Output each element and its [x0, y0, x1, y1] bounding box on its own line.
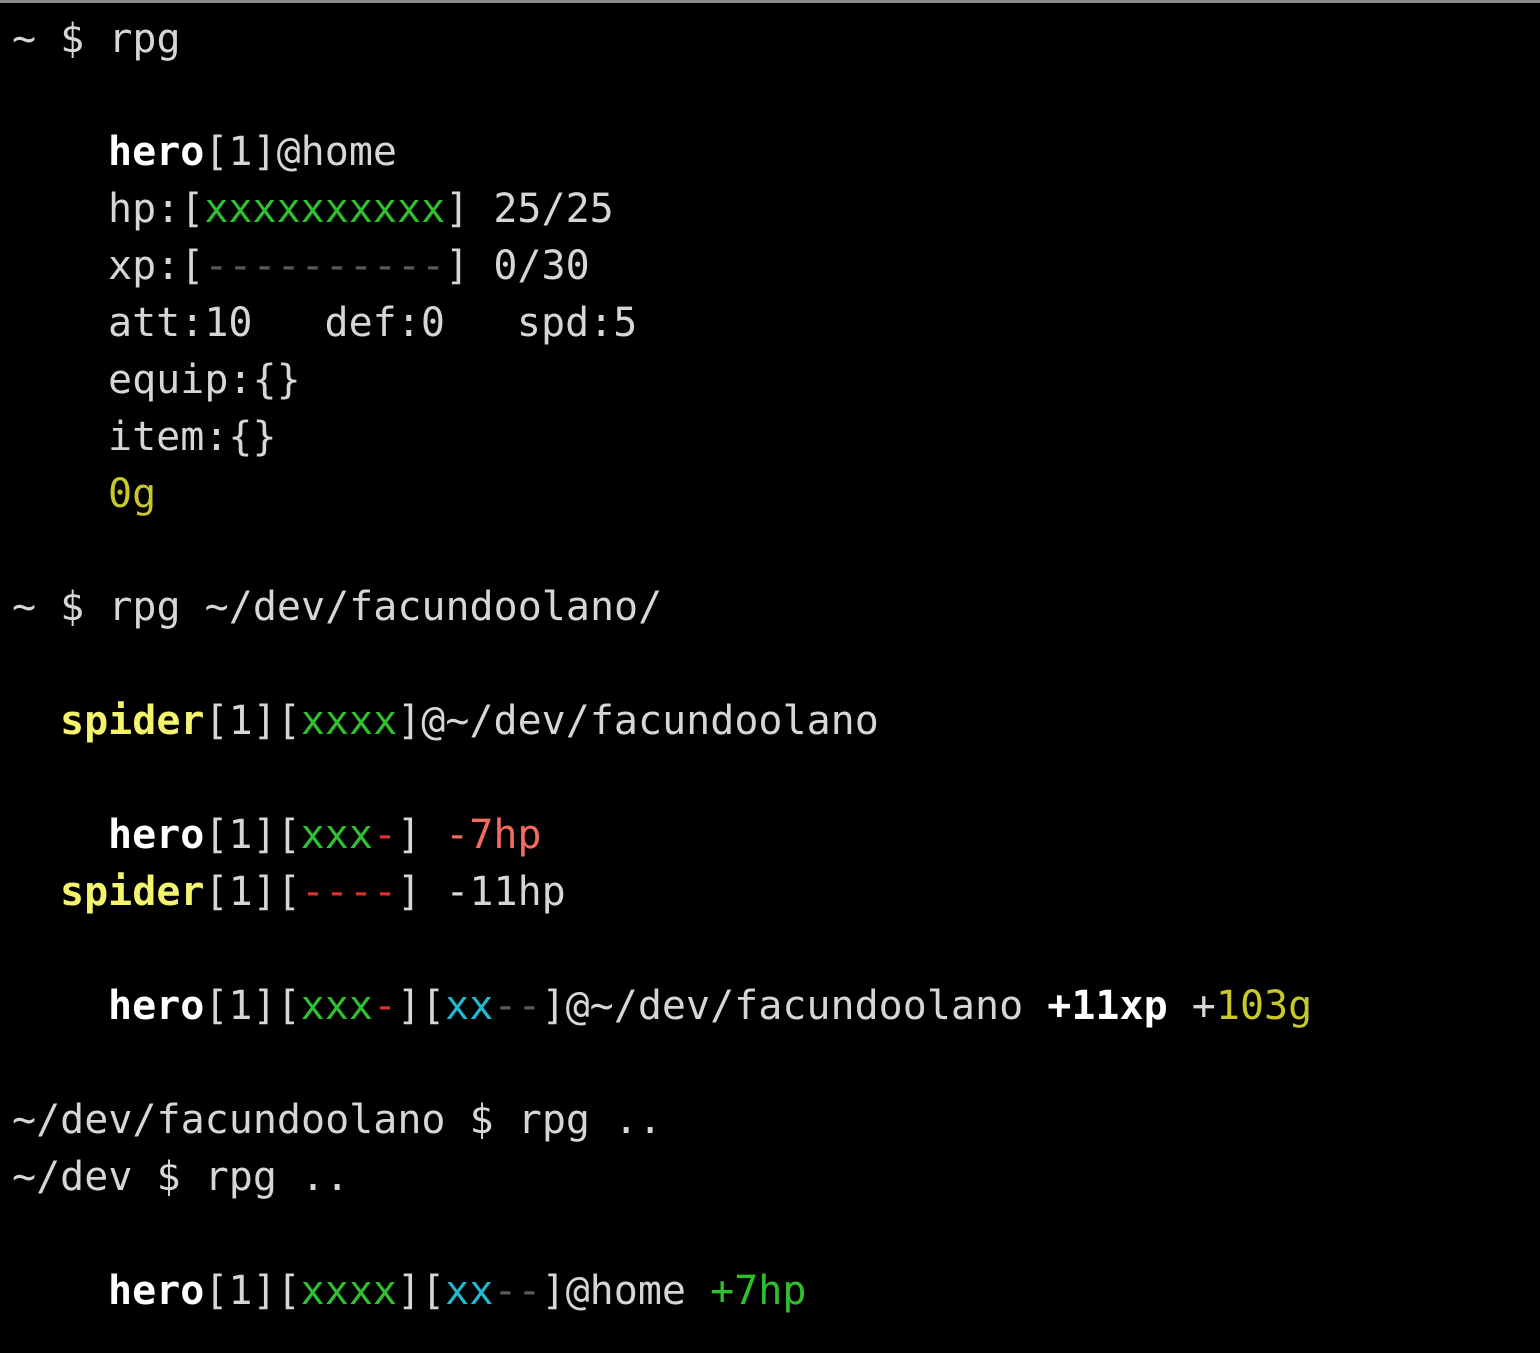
enemy-level: [1][	[204, 869, 301, 915]
hp-value: 25/25	[469, 186, 614, 232]
command-text: rpg ..	[204, 1154, 350, 1200]
attack-stat: att:10	[108, 300, 253, 346]
enemy-bar-close: ]	[397, 869, 446, 915]
hero-hp-full: xxxx	[300, 1268, 397, 1314]
enemy-hp-lost: ----	[300, 869, 398, 915]
gold-plus: +	[1191, 983, 1216, 1029]
hero-name: hero	[108, 812, 205, 858]
xp-value: 0/30	[469, 243, 590, 289]
enemy-name: spider	[60, 869, 205, 915]
hero-level: [1]	[204, 129, 277, 175]
command-line-rpg-up-1: ~/dev/facundoolano $ rpg ..	[12, 1092, 662, 1149]
hero-level: [1][	[204, 983, 301, 1029]
hero-bar-close: ]	[397, 812, 446, 858]
speed-stat: spd:5	[516, 300, 638, 346]
enemy-name: spider	[60, 698, 205, 744]
enemy-damage: -11hp	[445, 869, 566, 915]
enemy-level: [1][	[204, 698, 301, 744]
command-line-rpg-dir: ~ $ rpg ~/dev/facundoolano/	[12, 579, 662, 636]
shell-prompt: ~ $	[12, 584, 109, 630]
hero-name: hero	[108, 983, 205, 1029]
hero-hp-full: xxx	[300, 983, 373, 1029]
hp-bar-close: ]	[445, 186, 470, 232]
xp-bar: ----------	[204, 243, 446, 289]
shell-prompt: ~ $	[12, 16, 109, 62]
stats-row: att:10 def:0 spd:5	[12, 295, 637, 352]
xp-bar-close: ]	[445, 243, 470, 289]
command-line-rpg-up-2: ~/dev $ rpg ..	[12, 1149, 349, 1206]
hero-xp-empty: --	[493, 1268, 542, 1314]
item-row: item:{}	[108, 414, 277, 460]
bar-separator: ][	[397, 983, 446, 1029]
hero-hp-lost: -	[372, 983, 397, 1029]
hero-location: ]@home	[541, 1268, 711, 1314]
hero-hp-full: xxx	[300, 812, 373, 858]
battle-spider-line: spider[1][----] -11hp	[12, 864, 566, 921]
shell-prompt: ~/dev/facundoolano $	[12, 1097, 518, 1143]
enemy-encounter: spider[1][xxxx]@~/dev/facundoolano	[12, 693, 879, 750]
xp-gain: +11xp	[1047, 983, 1168, 1029]
hp-gain: +7hp	[710, 1268, 807, 1314]
hero-xp-full: xx	[445, 983, 494, 1029]
equip-row: equip:{}	[108, 357, 301, 403]
hero-hp-lost: -	[372, 812, 397, 858]
hero-xp-empty: --	[493, 983, 542, 1029]
hero-level: [1][	[204, 1268, 301, 1314]
hero-xp-full: xx	[445, 1268, 494, 1314]
command-text: rpg ..	[517, 1097, 663, 1143]
terminal-window[interactable]: ~ $ rpg hero[1]@home hp:[xxxxxxxxxx] 25/…	[0, 0, 1540, 1353]
enemy-location: @~/dev/facundoolano	[421, 698, 879, 744]
enemy-bar-close: ]	[397, 698, 422, 744]
enemy-hp-bar: xxxx	[300, 698, 398, 744]
hero-name: hero	[108, 129, 205, 175]
gold-row: 0g	[108, 471, 157, 517]
command-text: rpg	[108, 16, 181, 62]
heal-line: hero[1][xxxx][xx--]@home +7hp	[12, 1263, 806, 1320]
command-text: rpg ~/dev/facundoolano/	[108, 584, 663, 630]
bar-separator: ][	[396, 1268, 446, 1314]
hp-row: hp:[xxxxxxxxxx] 25/25	[12, 181, 614, 238]
hero-name: hero	[108, 1268, 205, 1314]
defense-stat: def:0	[324, 300, 445, 346]
hp-bar: xxxxxxxxxx	[204, 186, 446, 232]
hero-location: ]@~/dev/facundoolano	[541, 983, 1048, 1029]
shell-prompt: ~/dev $	[12, 1154, 205, 1200]
battle-hero-line: hero[1][xxx-] -7hp	[12, 807, 542, 864]
xp-row: xp:[----------] 0/30	[12, 238, 590, 295]
hero-level: [1][	[204, 812, 301, 858]
gold-gain: 103g	[1215, 983, 1313, 1029]
command-line-rpg: ~ $ rpg	[12, 11, 181, 68]
hero-header: hero[1]@home	[12, 124, 397, 181]
hp-label: hp:[	[108, 186, 205, 232]
xp-label: xp:[	[108, 243, 205, 289]
hero-damage: -7hp	[445, 812, 542, 858]
hero-location: @home	[276, 129, 397, 175]
battle-result-line: hero[1][xxx-][xx--]@~/dev/facundoolano +…	[12, 978, 1312, 1035]
